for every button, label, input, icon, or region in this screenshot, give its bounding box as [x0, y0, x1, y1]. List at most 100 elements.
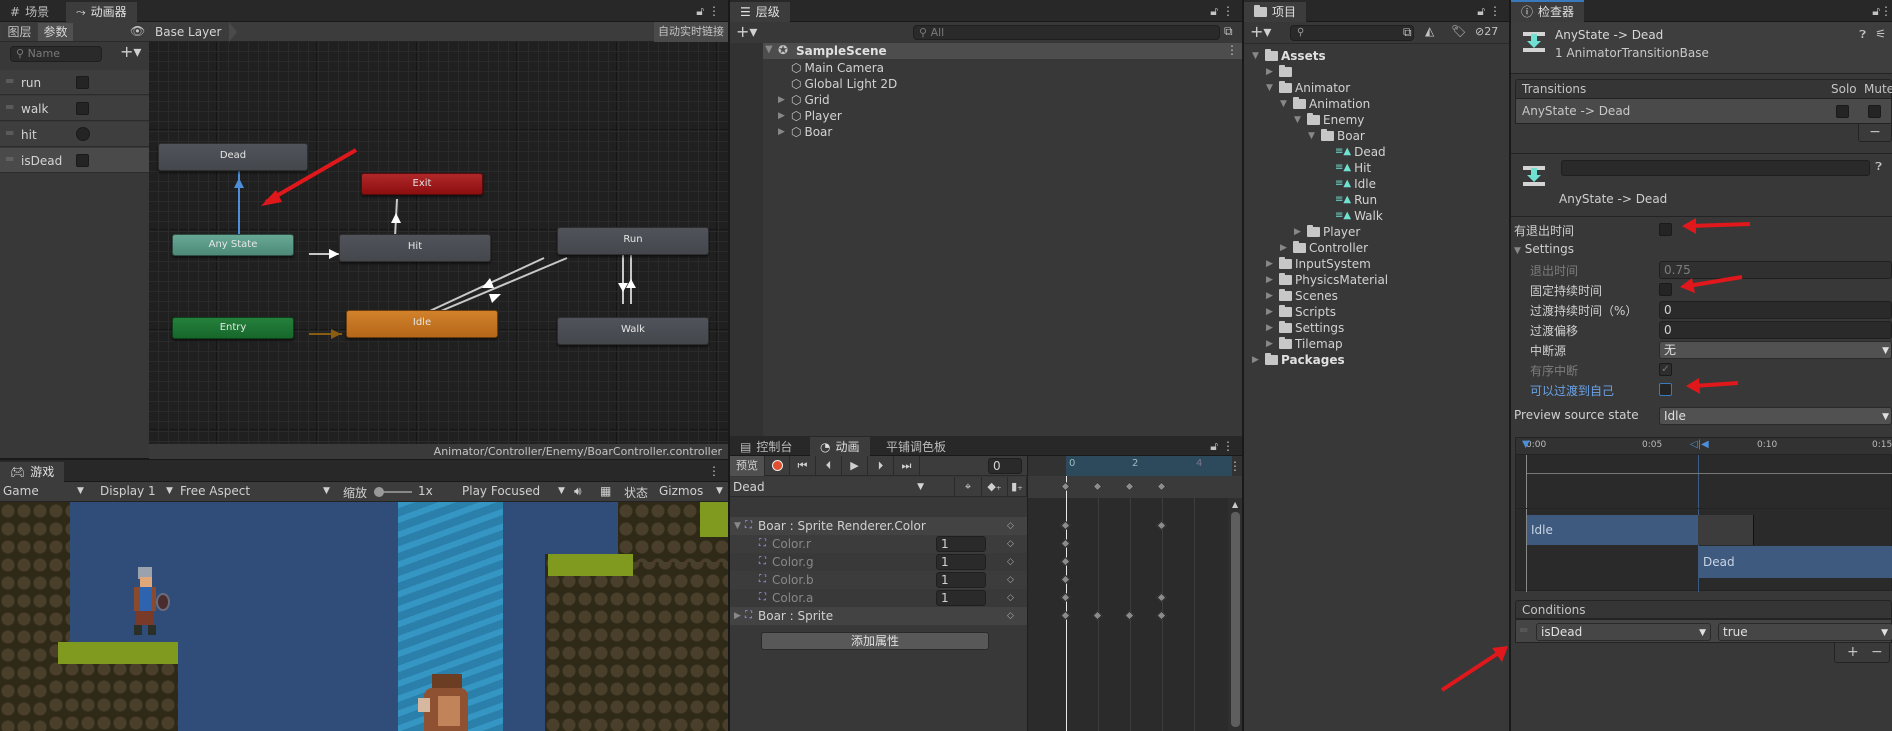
prev-keyframe-button[interactable]: ⏴	[816, 456, 842, 476]
animation-property-row[interactable]: ⛶ Color.r 1 ◇	[730, 535, 1027, 553]
mute-checkbox[interactable]	[1868, 105, 1881, 118]
next-keyframe-button[interactable]: ⏵	[868, 456, 894, 476]
animation-property-row[interactable]: ⛶ Color.a 1 ◇	[730, 589, 1027, 607]
hierarchy-item[interactable]: ▶ ⬡ Boar	[778, 124, 832, 140]
expand-triangle-icon[interactable]: ▶	[734, 607, 741, 625]
project-item[interactable]: ≡▲ Idle	[1322, 176, 1376, 192]
remove-transition-button[interactable]: −	[1858, 124, 1892, 142]
parameter-row[interactable]: ═ walk	[0, 96, 149, 121]
more-menu-icon[interactable]: ⋮	[708, 4, 720, 18]
hierarchy-search-input[interactable]: ⚲ All	[913, 25, 1220, 40]
expand-triangle-icon[interactable]: ▶	[1266, 304, 1276, 320]
property-value-input[interactable]: 1	[936, 536, 986, 552]
last-keyframe-button[interactable]: ⏭	[894, 456, 920, 476]
add-keyframe-button[interactable]: ◆₊	[982, 477, 1008, 497]
dopesheet[interactable]: 0 2 4 ⋮ ▲	[1027, 456, 1243, 731]
keyframe[interactable]	[1060, 520, 1071, 531]
project-item[interactable]: ▶ Tilemap	[1266, 336, 1343, 352]
keyframe[interactable]	[1124, 610, 1135, 621]
parameter-row[interactable]: ═ run	[0, 70, 149, 95]
frame-input[interactable]: 0	[988, 458, 1022, 474]
keyframe-toggle-icon[interactable]: ◇	[1007, 553, 1014, 571]
project-item[interactable]: ▶	[1266, 64, 1295, 80]
expand-triangle-icon[interactable]: ▶	[1294, 224, 1304, 240]
animation-property-row[interactable]: ▶ ⛶ Boar : Sprite ◇	[730, 607, 1027, 625]
add-event-button[interactable]: ▮₊	[1008, 477, 1027, 497]
more-menu-icon[interactable]: ⋮	[1489, 4, 1501, 18]
tab-scene[interactable]: # 场景	[0, 2, 59, 22]
project-item[interactable]: ≡▲ Run	[1322, 192, 1377, 208]
tab-hierarchy[interactable]: ☰ 层级	[730, 2, 790, 22]
vertical-scrollbar[interactable]: ▲	[1228, 498, 1243, 731]
project-item[interactable]: ≡▲ Walk	[1322, 208, 1383, 224]
parameter-search-input[interactable]: ⚲ Name	[10, 46, 102, 62]
state-idle[interactable]: Idle	[346, 310, 498, 338]
state-any-state[interactable]: Any State	[172, 234, 294, 256]
scroll-up-icon[interactable]: ▲	[1232, 500, 1238, 509]
project-item[interactable]: ▶ InputSystem	[1266, 256, 1371, 272]
tab-project[interactable]: 项目	[1244, 2, 1307, 22]
parameter-row[interactable]: ═ hit	[0, 122, 149, 147]
tab-inspector[interactable]: ⓘ 检查器	[1511, 0, 1585, 22]
hidden-packages-toggle[interactable]: ⊘27	[1475, 25, 1498, 38]
project-item[interactable]: ≡▲ Dead	[1322, 144, 1386, 160]
animation-property-row[interactable]: ▼ ⛶ Boar : Sprite Renderer.Color ◇	[730, 517, 1027, 535]
keyframe-toggle-icon[interactable]: ◇	[1007, 571, 1014, 589]
drag-handle-icon[interactable]: ═	[6, 152, 13, 166]
more-menu-icon[interactable]: ⋮	[708, 464, 720, 478]
bool-checkbox[interactable]	[76, 102, 89, 115]
keyframe[interactable]	[1156, 610, 1167, 621]
expand-triangle-icon[interactable]: ▶	[778, 108, 788, 124]
preset-settings-icon[interactable]: ⚟	[1875, 27, 1886, 41]
remove-condition-button[interactable]: −	[1871, 643, 1883, 661]
drag-handle-icon[interactable]: ═	[6, 74, 13, 88]
auto-live-link-toggle[interactable]: 自动实时链接	[654, 22, 728, 42]
tab-layers[interactable]: 图层	[2, 23, 37, 41]
project-item[interactable]: ▼ Animation	[1280, 96, 1370, 112]
search-maximize-icon[interactable]: ⧉	[1224, 24, 1233, 39]
animation-property-row[interactable]: ⛶ Color.b 1 ◇	[730, 571, 1027, 589]
project-item[interactable]: ▶ Player	[1294, 224, 1360, 240]
expand-triangle-icon[interactable]: ▶	[1266, 320, 1276, 336]
transition-idle-to-run[interactable]	[418, 257, 545, 317]
create-asset-button[interactable]: +▾	[1250, 22, 1271, 41]
expand-triangle-icon[interactable]: ▶	[778, 124, 788, 140]
hierarchy-item[interactable]: ▶ ⬡ Grid	[778, 92, 830, 108]
more-menu-icon[interactable]: ⋮	[1226, 43, 1238, 57]
project-item[interactable]: ▶ Packages	[1252, 352, 1345, 368]
project-item[interactable]: ▼ Boar	[1308, 128, 1365, 144]
state-walk[interactable]: Walk	[557, 317, 709, 345]
keyframe[interactable]	[1060, 574, 1071, 585]
hierarchy-item[interactable]: ⬡ Main Camera	[778, 60, 884, 76]
project-item[interactable]: ▶ PhysicsMaterial	[1266, 272, 1388, 288]
project-item[interactable]: ▶ Scripts	[1266, 304, 1336, 320]
gizmos-button[interactable]: Gizmos	[659, 484, 703, 498]
expand-triangle-icon[interactable]: ▼	[765, 44, 773, 55]
project-item[interactable]: ▶ Controller	[1280, 240, 1368, 256]
transition-row[interactable]: AnyState -> Dead	[1515, 98, 1892, 124]
help-icon[interactable]: ❓︎	[1875, 160, 1882, 174]
project-item[interactable]: ▶ Scenes	[1266, 288, 1338, 304]
more-menu-icon[interactable]: ⋮	[1222, 4, 1234, 18]
keyframe-toggle-icon[interactable]: ◇	[1007, 589, 1014, 607]
state-exit[interactable]: Exit	[361, 173, 483, 195]
filter-by-label-icon[interactable]: 🏷︎	[1451, 24, 1466, 38]
solo-checkbox[interactable]	[1836, 105, 1849, 118]
keyframe[interactable]	[1060, 556, 1071, 567]
clip-dropdown[interactable]: Dead ▼	[730, 477, 930, 497]
more-menu-icon[interactable]: ⋮	[1222, 439, 1234, 453]
play-mode-dropdown[interactable]: Play Focused ▼	[462, 484, 568, 498]
expand-triangle-icon[interactable]: ▶	[1266, 256, 1276, 272]
grid-icon[interactable]: ▦	[600, 484, 611, 498]
play-button[interactable]: ▶	[842, 456, 868, 476]
preview-toggle[interactable]: 预览	[730, 456, 765, 476]
expand-triangle-icon[interactable]: ▼	[1266, 80, 1276, 96]
expand-triangle-icon[interactable]: ▼	[1308, 128, 1318, 144]
expand-triangle-icon[interactable]: ▶	[778, 92, 788, 108]
chevron-down-icon[interactable]: ▼	[716, 486, 723, 496]
expand-triangle-icon[interactable]: ▼	[734, 517, 741, 535]
state-hit[interactable]: Hit	[339, 234, 491, 262]
state-run[interactable]: Run	[557, 227, 709, 255]
parameter-row[interactable]: ═ isDead	[0, 148, 149, 173]
lock-icon[interactable]: 🔓︎	[1477, 4, 1485, 19]
